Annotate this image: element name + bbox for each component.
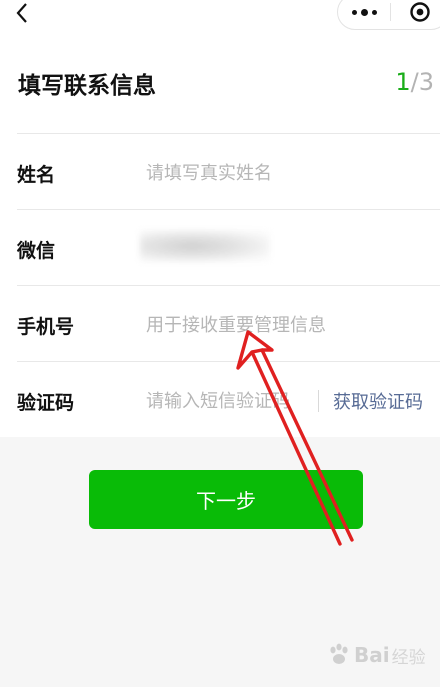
next-step-button[interactable]: 下一步 <box>89 470 363 529</box>
top-bar <box>0 0 440 40</box>
paw-logo-icon <box>330 643 348 664</box>
more-icon-center <box>360 8 368 16</box>
sms-code-input[interactable] <box>146 387 316 415</box>
chevron-left-icon <box>16 3 27 23</box>
baidu-watermark: Bai 经验 <box>326 630 436 680</box>
divider <box>17 361 440 362</box>
wechat-value-blurred[interactable] <box>140 230 270 262</box>
mini-program-capsule <box>337 0 440 30</box>
watermark-suffix: 经验 <box>391 647 426 668</box>
capsule-divider <box>390 3 391 21</box>
more-icon-right <box>371 9 377 15</box>
code-divider <box>318 390 319 412</box>
close-mini-program-button[interactable] <box>400 0 440 29</box>
more-menu-button[interactable] <box>338 0 390 29</box>
divider <box>17 285 440 286</box>
step-current: 1 <box>395 68 411 96</box>
divider <box>17 133 440 134</box>
wechat-label: 微信 <box>17 240 56 262</box>
get-code-button[interactable]: 获取验证码 <box>333 388 423 414</box>
more-icon <box>351 9 357 15</box>
watermark-brand: Bai <box>354 643 390 667</box>
step-total: /3 <box>410 68 434 96</box>
code-label: 验证码 <box>17 392 75 414</box>
step-indicator: 1/3 <box>395 68 434 96</box>
name-label: 姓名 <box>17 164 56 186</box>
target-close-icon <box>410 2 430 22</box>
divider <box>17 209 440 210</box>
back-button[interactable] <box>4 0 40 26</box>
phone-input[interactable] <box>146 311 366 339</box>
phone-label: 手机号 <box>17 316 75 338</box>
page-title: 填写联系信息 <box>18 73 156 99</box>
name-input[interactable] <box>146 159 366 187</box>
